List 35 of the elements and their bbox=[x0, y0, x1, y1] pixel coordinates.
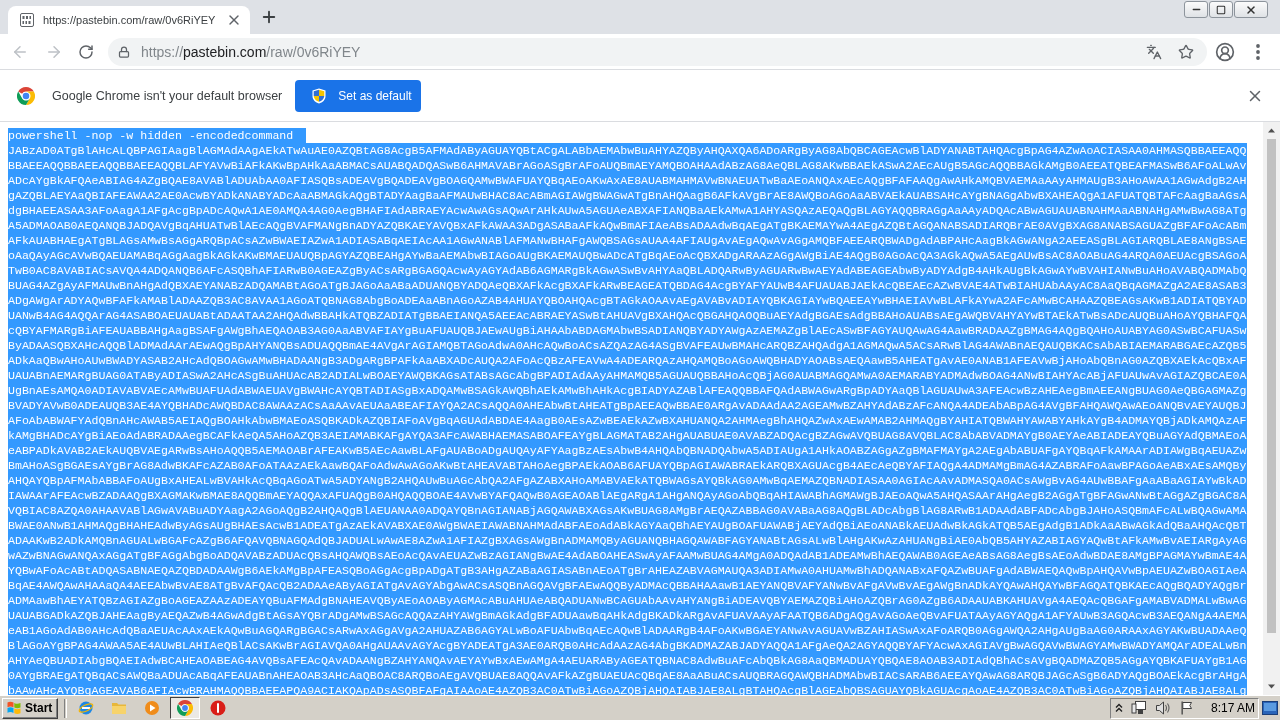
maximize-button[interactable] bbox=[1209, 1, 1233, 18]
lock-icon bbox=[118, 45, 130, 58]
address-bar[interactable]: https://pastebin.com/raw/0v6RiYEY bbox=[108, 37, 1207, 66]
taskbar-button[interactable] bbox=[170, 697, 201, 719]
start-button[interactable]: Start bbox=[2, 697, 59, 719]
desktop-icon[interactable] bbox=[1262, 701, 1278, 715]
close-icon bbox=[1245, 3, 1257, 16]
menu-icon bbox=[1256, 43, 1260, 60]
plus-icon bbox=[260, 8, 278, 26]
maximize-icon bbox=[1216, 4, 1226, 15]
folder-icon bbox=[111, 700, 128, 716]
logo-icon bbox=[17, 86, 35, 105]
speaker-icon[interactable] bbox=[1154, 700, 1171, 716]
reload-icon bbox=[78, 43, 94, 60]
clock: 8:17 AM bbox=[1210, 701, 1255, 715]
globe-icon bbox=[78, 700, 95, 716]
grid-icon bbox=[19, 12, 35, 28]
chevron-up-icon[interactable] bbox=[1114, 703, 1123, 713]
translate-icon[interactable] bbox=[1146, 43, 1162, 60]
browser-tab[interactable]: https://pastebin.com/raw/0v6RiYEY bbox=[8, 6, 250, 34]
minimize-button[interactable] bbox=[1184, 1, 1208, 18]
command-text: powershell -nop -w hidden -encodedcommand bbox=[8, 128, 307, 143]
star-icon[interactable] bbox=[1178, 43, 1194, 60]
shield-icon bbox=[311, 87, 328, 104]
computer-icon[interactable] bbox=[1130, 700, 1147, 716]
infobar-message: Google Chrome isn't your default browser bbox=[52, 88, 283, 103]
logo-icon bbox=[6, 700, 22, 716]
scrollbar[interactable] bbox=[1263, 122, 1280, 695]
scrollbar-thumb[interactable] bbox=[1267, 139, 1276, 633]
browser-logo-icon bbox=[177, 700, 194, 716]
account-icon bbox=[1215, 41, 1235, 62]
set-default-button[interactable]: Set as default bbox=[295, 79, 422, 112]
alert-icon bbox=[210, 700, 227, 716]
play-icon bbox=[144, 700, 161, 716]
close-button[interactable] bbox=[1234, 1, 1268, 18]
